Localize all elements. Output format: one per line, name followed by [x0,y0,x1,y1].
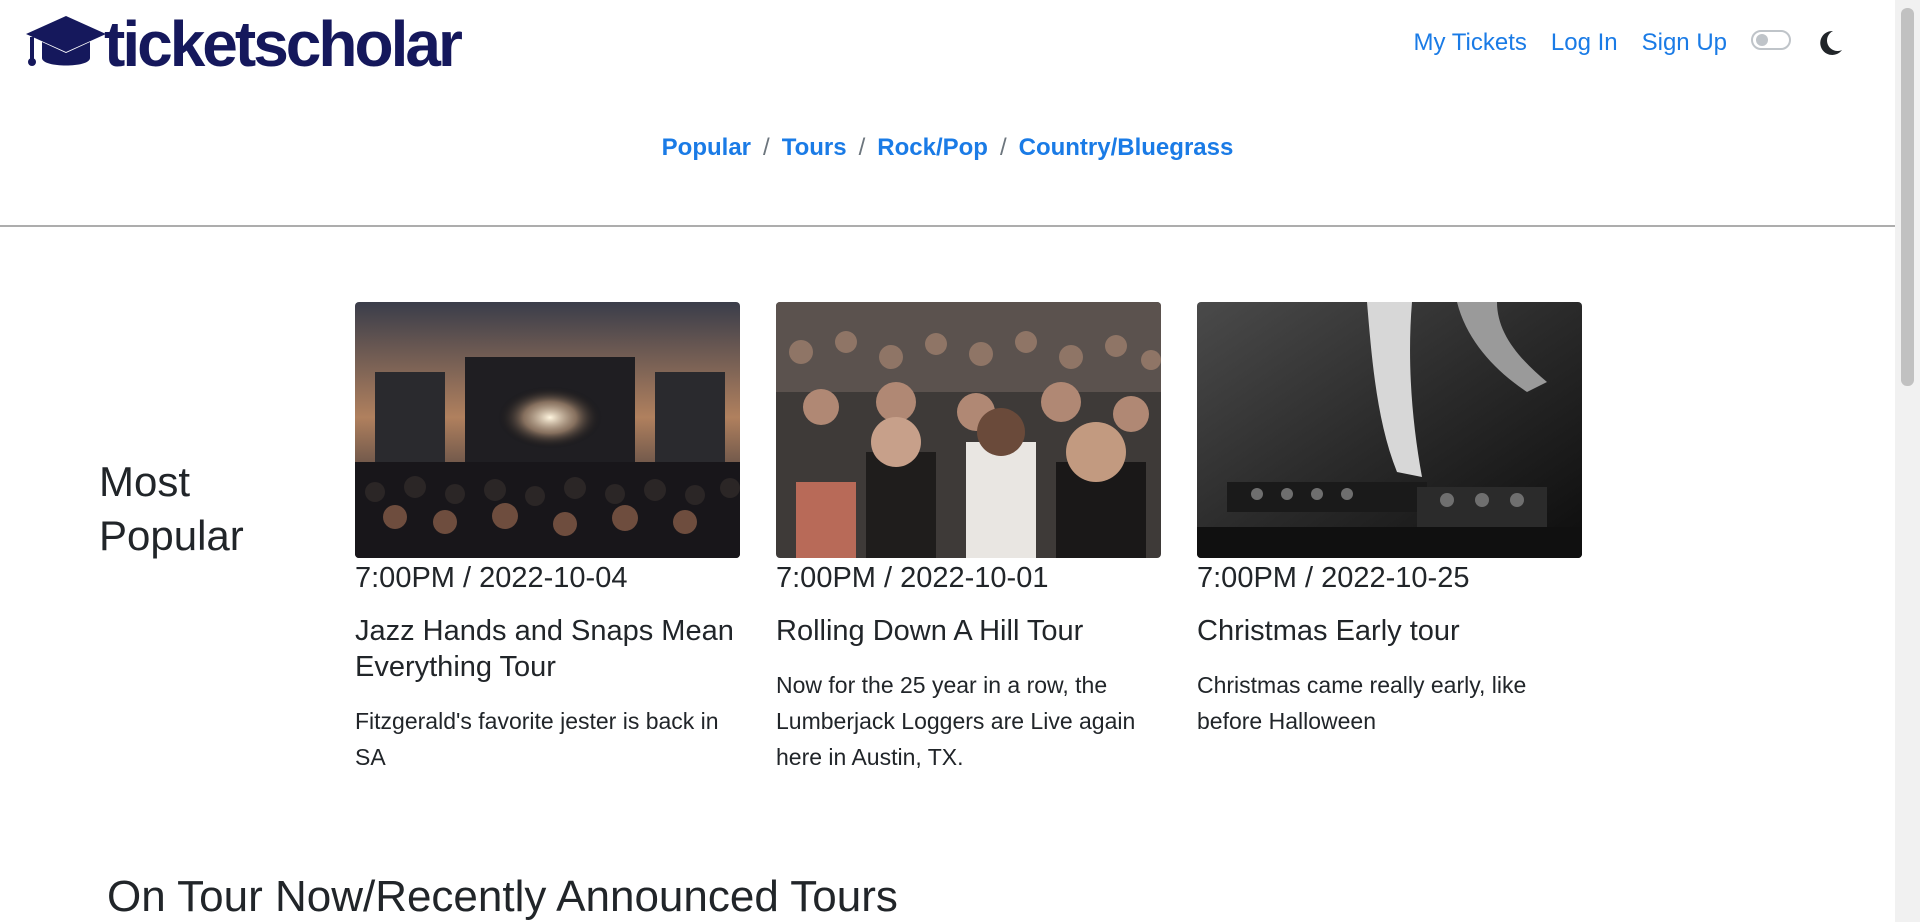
brand-name: ticketscholar [104,8,463,80]
category-popular[interactable]: Popular [662,134,751,161]
event-date: 7:00PM / 2022-10-01 [776,562,1049,594]
my-tickets-link[interactable]: My Tickets [1414,29,1527,57]
log-in-link[interactable]: Log In [1551,29,1618,57]
graduation-cap-icon [26,16,106,66]
event-title[interactable]: Jazz Hands and Snaps Mean Everything Tou… [355,613,740,685]
breadcrumb-separator: / [858,134,866,161]
page: ticketscholar My Tickets Log In Sign Up … [0,0,1895,922]
event-date: 7:00PM / 2022-10-25 [1197,562,1470,594]
dark-mode-toggle[interactable] [1751,30,1791,50]
sign-up-link[interactable]: Sign Up [1642,29,1727,57]
event-card[interactable]: 7:00PM / 2022-10-04 Jazz Hands and Snaps… [355,302,740,775]
category-country-bluegrass[interactable]: Country/Bluegrass [1019,134,1234,161]
event-description: Fitzgerald's favorite jester is back in … [355,708,719,770]
event-title[interactable]: Christmas Early tour [1197,613,1582,649]
event-card[interactable]: 7:00PM / 2022-10-01 Rolling Down A Hill … [776,302,1161,775]
most-popular-heading: Most Popular [99,458,244,559]
divider [0,225,1895,227]
ticketscholar-logo[interactable]: ticketscholar [24,8,463,80]
guitar-pedal-image[interactable] [1197,302,1582,558]
vertical-scrollbar[interactable] [1895,0,1920,922]
tours-heading: On Tour Now/Recently Announced Tours [107,872,898,921]
event-date: 7:00PM / 2022-10-04 [355,562,628,594]
event-card[interactable]: 7:00PM / 2022-10-25 Christmas Early tour… [1197,302,1582,739]
category-rock-pop[interactable]: Rock/Pop [877,134,988,161]
concert-stage-image[interactable] [355,302,740,558]
crowd-image[interactable] [776,302,1161,558]
event-title[interactable]: Rolling Down A Hill Tour [776,613,1161,649]
event-description: Now for the 25 year in a row, the Lumber… [776,672,1136,770]
category-nav: Popular / Tours / Rock/Pop / Country/Bluegrass [0,134,1895,162]
scrollbar-thumb[interactable] [1901,8,1914,386]
event-description: Christmas came really early, like before… [1197,672,1527,734]
breadcrumb-separator: / [763,134,770,161]
top-nav: My Tickets Log In Sign Up [1414,28,1845,58]
category-tours[interactable]: Tours [782,134,847,161]
moon-icon[interactable] [1815,28,1845,58]
breadcrumb-separator: / [999,134,1007,161]
